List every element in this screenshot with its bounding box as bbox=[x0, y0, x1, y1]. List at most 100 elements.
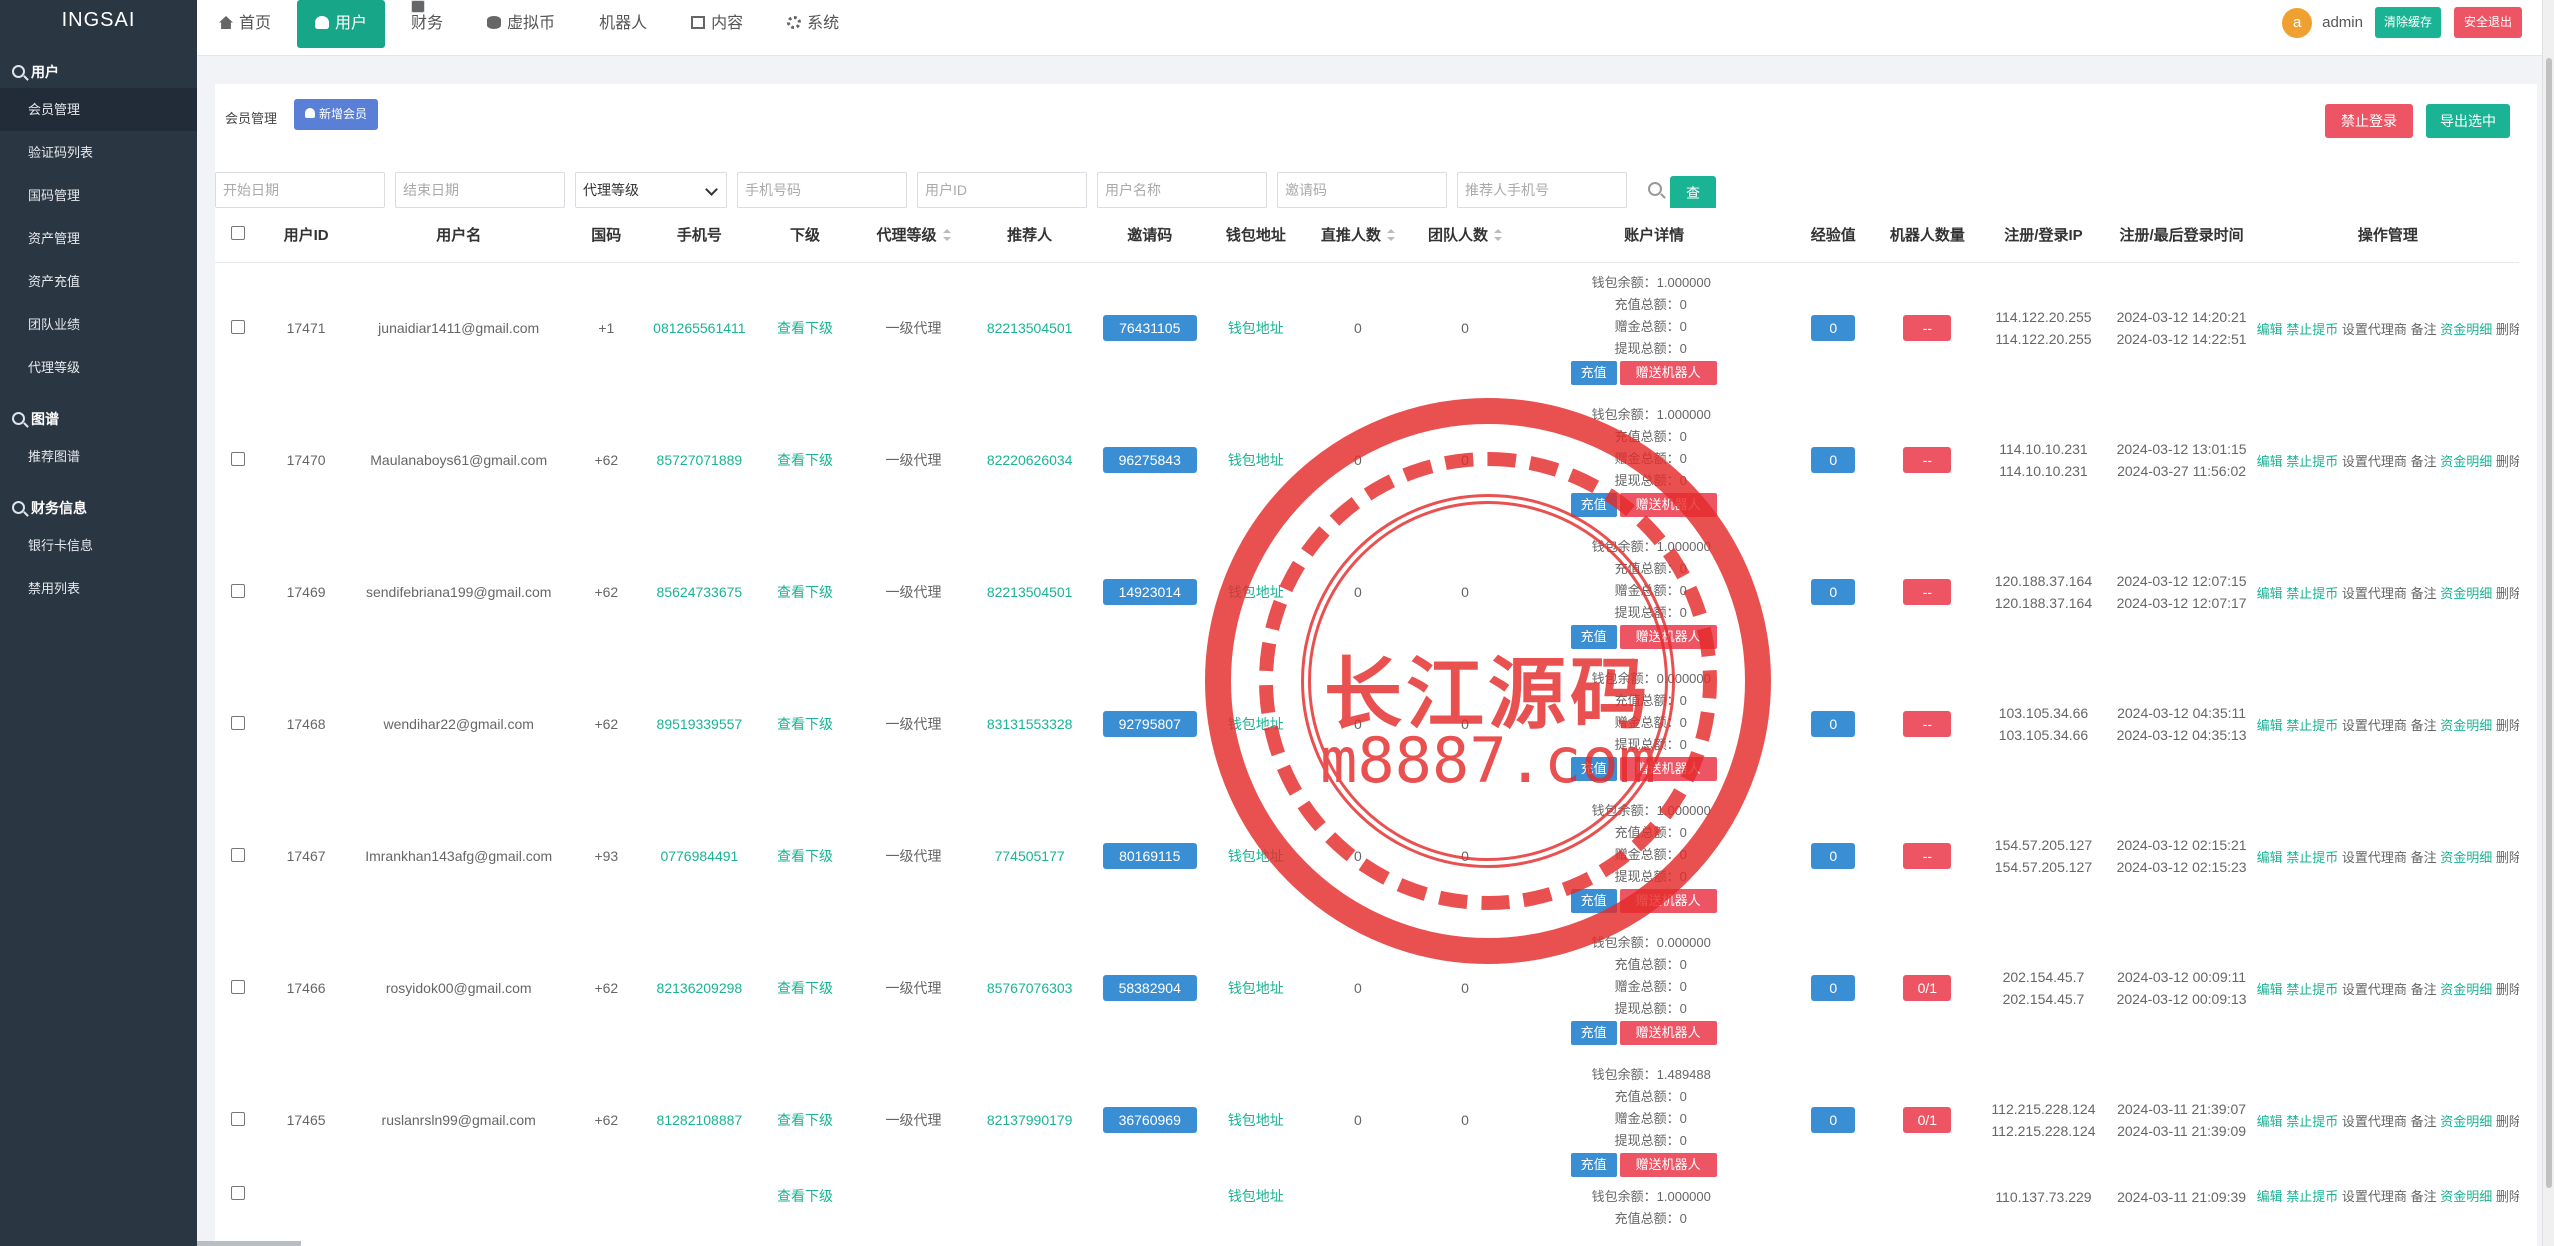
robot-count-badge[interactable]: -- bbox=[1903, 843, 1952, 869]
experience-badge[interactable]: 0 bbox=[1811, 975, 1856, 1001]
delete-link[interactable]: 删除 bbox=[2496, 1189, 2519, 1204]
wallet-address-link[interactable]: 钱包地址 bbox=[1228, 1112, 1284, 1128]
delete-link[interactable]: 删除 bbox=[2496, 586, 2519, 601]
delete-link[interactable]: 删除 bbox=[2496, 1114, 2519, 1129]
fund-detail-link[interactable]: 资金明细 bbox=[2440, 850, 2492, 865]
referrer-link[interactable]: 83131553328 bbox=[987, 716, 1073, 732]
phone-link[interactable]: 081265561411 bbox=[653, 320, 745, 336]
note-link[interactable]: 备注 bbox=[2411, 982, 2437, 997]
export-selected-button[interactable]: 导出选中 bbox=[2426, 104, 2510, 138]
note-link[interactable]: 备注 bbox=[2411, 586, 2437, 601]
sidebar-group[interactable]: 财务信息 bbox=[0, 492, 197, 524]
experience-badge[interactable]: 0 bbox=[1811, 579, 1856, 605]
row-checkbox[interactable] bbox=[231, 847, 246, 862]
sidebar-group[interactable]: 图谱 bbox=[0, 403, 197, 435]
phone-link[interactable]: 81282108887 bbox=[657, 1112, 743, 1128]
fund-detail-link[interactable]: 资金明细 bbox=[2440, 982, 2492, 997]
horizontal-scrollbar[interactable] bbox=[197, 1241, 301, 1246]
edit-link[interactable]: 编辑 bbox=[2257, 454, 2283, 469]
agent-level-select[interactable]: 代理等级 bbox=[575, 172, 727, 208]
wallet-address-link[interactable]: 钱包地址 bbox=[1228, 584, 1284, 600]
note-link[interactable]: 备注 bbox=[2411, 454, 2437, 469]
tab-home[interactable]: 首页 bbox=[201, 0, 289, 48]
ban-withdraw-link[interactable]: 禁止提币 bbox=[2286, 322, 2338, 337]
set-agent-link[interactable]: 设置代理商 bbox=[2342, 454, 2407, 469]
set-agent-link[interactable]: 设置代理商 bbox=[2342, 586, 2407, 601]
ban-withdraw-link[interactable]: 禁止提币 bbox=[2286, 982, 2338, 997]
sidebar-item[interactable]: 国码管理 bbox=[0, 174, 197, 217]
select-all-checkbox[interactable] bbox=[231, 225, 246, 240]
experience-badge[interactable]: 0 bbox=[1811, 447, 1856, 473]
phone-link[interactable]: 85727071889 bbox=[657, 452, 743, 468]
robot-count-badge[interactable]: -- bbox=[1903, 315, 1952, 342]
edit-link[interactable]: 编辑 bbox=[2257, 1189, 2283, 1204]
charge-button[interactable]: 充值 bbox=[1570, 1152, 1617, 1177]
phone-input[interactable]: 手机号码 bbox=[737, 172, 907, 208]
delete-link[interactable]: 删除 bbox=[2496, 982, 2519, 997]
robot-count-badge[interactable]: 0/1 bbox=[1903, 1107, 1952, 1133]
invite-code-badge[interactable]: 96275843 bbox=[1102, 447, 1197, 473]
wallet-address-link[interactable]: 钱包地址 bbox=[1228, 716, 1284, 732]
query-button[interactable]: 查询 bbox=[1670, 176, 1716, 235]
tab-content[interactable]: 内容 bbox=[673, 0, 761, 48]
edit-link[interactable]: 编辑 bbox=[2257, 586, 2283, 601]
ban-withdraw-link[interactable]: 禁止提币 bbox=[2286, 1189, 2338, 1204]
charge-button[interactable]: 充值 bbox=[1570, 888, 1617, 913]
note-link[interactable]: 备注 bbox=[2411, 1189, 2437, 1204]
referrer-link[interactable]: 774505177 bbox=[995, 848, 1065, 864]
referrer-link[interactable]: 82137990179 bbox=[987, 1112, 1073, 1128]
invite-code-badge[interactable]: 36760969 bbox=[1102, 1107, 1197, 1133]
fund-detail-link[interactable]: 资金明细 bbox=[2440, 1114, 2492, 1129]
view-subordinates-link[interactable]: 查看下级 bbox=[777, 716, 833, 732]
fund-detail-link[interactable]: 资金明细 bbox=[2440, 322, 2492, 337]
row-checkbox[interactable] bbox=[231, 319, 246, 334]
invite-code-badge[interactable]: 92795807 bbox=[1102, 711, 1197, 737]
ban-login-button[interactable]: 禁止登录 bbox=[2325, 104, 2413, 138]
phone-link[interactable]: 82136209298 bbox=[657, 980, 743, 996]
set-agent-link[interactable]: 设置代理商 bbox=[2342, 982, 2407, 997]
user-id-input[interactable]: 用户ID bbox=[917, 172, 1087, 208]
view-subordinates-link[interactable]: 查看下级 bbox=[777, 980, 833, 996]
charge-button[interactable]: 充值 bbox=[1570, 624, 1617, 649]
wallet-address-link[interactable]: 钱包地址 bbox=[1228, 320, 1284, 336]
row-checkbox[interactable] bbox=[231, 979, 246, 994]
fund-detail-link[interactable]: 资金明细 bbox=[2440, 1189, 2492, 1204]
invite-code-badge[interactable]: 14923014 bbox=[1102, 579, 1197, 605]
set-agent-link[interactable]: 设置代理商 bbox=[2342, 718, 2407, 733]
col-direct-count[interactable]: 直推人数 bbox=[1301, 208, 1414, 263]
invite-code-badge[interactable]: 58382904 bbox=[1102, 975, 1197, 1001]
clear-cache-button[interactable]: 清除缓存 bbox=[2374, 7, 2441, 38]
tab-users[interactable]: 用户 bbox=[297, 0, 386, 48]
gift-robot-button[interactable]: 赠送机器人 bbox=[1619, 1020, 1717, 1045]
view-subordinates-link[interactable]: 查看下级 bbox=[777, 1188, 833, 1204]
invite-code-badge[interactable]: 80169115 bbox=[1102, 843, 1197, 869]
row-checkbox[interactable] bbox=[231, 1111, 246, 1126]
sidebar-item[interactable]: 禁用列表 bbox=[0, 567, 197, 610]
scrollbar-thumb[interactable] bbox=[2546, 58, 2552, 1188]
logout-button[interactable]: 安全退出 bbox=[2453, 7, 2522, 38]
tab-robots[interactable]: 机器人 bbox=[581, 0, 665, 48]
view-subordinates-link[interactable]: 查看下级 bbox=[777, 452, 833, 468]
invite-code-badge[interactable]: 76431105 bbox=[1102, 315, 1197, 342]
sidebar-item[interactable]: 代理等级 bbox=[0, 346, 197, 389]
row-checkbox[interactable] bbox=[231, 715, 246, 730]
sidebar-item[interactable]: 验证码列表 bbox=[0, 131, 197, 174]
robot-count-badge[interactable]: 0/1 bbox=[1903, 975, 1952, 1001]
robot-count-badge[interactable]: -- bbox=[1903, 579, 1952, 605]
gift-robot-button[interactable]: 赠送机器人 bbox=[1619, 888, 1717, 913]
scrollbar[interactable] bbox=[2542, 0, 2554, 1246]
start-date-input[interactable]: 开始日期 bbox=[215, 172, 385, 208]
sidebar-item[interactable]: 团队业绩 bbox=[0, 303, 197, 346]
edit-link[interactable]: 编辑 bbox=[2257, 982, 2283, 997]
sort-icon[interactable] bbox=[942, 229, 951, 242]
charge-button[interactable]: 充值 bbox=[1570, 492, 1617, 517]
experience-badge[interactable]: 0 bbox=[1811, 711, 1856, 737]
col-team-count[interactable]: 团队人数 bbox=[1413, 208, 1517, 263]
note-link[interactable]: 备注 bbox=[2411, 1114, 2437, 1129]
phone-link[interactable]: 89519339557 bbox=[657, 716, 743, 732]
experience-badge[interactable]: 0 bbox=[1811, 1107, 1856, 1133]
wallet-address-link[interactable]: 钱包地址 bbox=[1228, 452, 1284, 468]
admin-name[interactable]: admin bbox=[2322, 14, 2363, 31]
delete-link[interactable]: 删除 bbox=[2496, 850, 2519, 865]
tab-finance[interactable]: 财务 bbox=[393, 0, 461, 48]
